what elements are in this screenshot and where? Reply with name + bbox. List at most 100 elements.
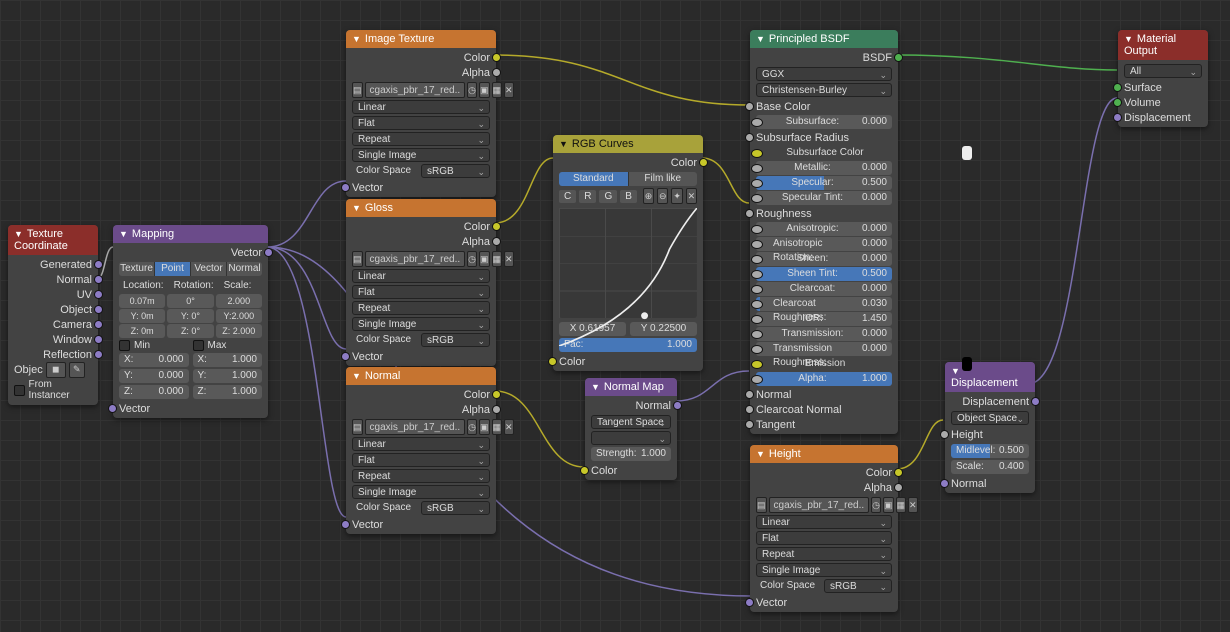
input-transmission-[interactable]: Transmission:0.000	[750, 327, 898, 341]
output-window[interactable]: Window	[8, 332, 98, 347]
output-uv[interactable]: UV	[8, 287, 98, 302]
input-subsurface-color[interactable]: Subsurface Color	[750, 146, 898, 160]
output-displacement[interactable]: Displacement	[945, 394, 1035, 409]
new-icon[interactable]: ▦	[492, 419, 503, 435]
filename-field[interactable]: cgaxis_pbr_17_red..	[365, 419, 466, 435]
users-icon[interactable]: ◷	[467, 251, 477, 267]
image-browser[interactable]: ▤ cgaxis_pbr_17_red.. ◷ ▣ ▦ ✕	[352, 82, 490, 98]
input-vector[interactable]: Vector	[113, 401, 268, 416]
users-icon[interactable]: ◷	[467, 419, 477, 435]
input-normal[interactable]: Normal	[945, 476, 1035, 491]
new-icon[interactable]: ▦	[896, 497, 907, 513]
input-clearcoat-roughness-[interactable]: Clearcoat Roughness:0.030	[750, 297, 898, 311]
minmax-y[interactable]: Y:0.000Y:1.000	[119, 369, 262, 383]
space-dropdown[interactable]: Object Space⌄	[951, 411, 1029, 425]
uvmap-dropdown[interactable]: ⌄	[591, 431, 671, 445]
node-header[interactable]: ▼Normal	[346, 367, 496, 385]
node-header[interactable]: ▼Texture Coordinate	[8, 225, 98, 255]
source-dropdown[interactable]: Single Image⌄	[352, 485, 490, 499]
image-icon[interactable]: ▤	[756, 497, 767, 513]
mapping-type-tabs[interactable]: Texture Point Vector Normal	[119, 262, 262, 276]
input-height[interactable]: Height	[945, 427, 1035, 442]
node-header[interactable]: ▼Gloss	[346, 199, 496, 217]
input-clearcoat-[interactable]: Clearcoat:0.000	[750, 282, 898, 296]
extension-dropdown[interactable]: Repeat⌄	[352, 301, 490, 315]
input-base-color[interactable]: Base Color	[750, 99, 898, 114]
delete-icon[interactable]: ✕	[686, 188, 697, 204]
input-tangent[interactable]: Tangent	[750, 417, 898, 432]
minmax-x[interactable]: X:0.000X:1.000	[119, 353, 262, 367]
open-icon[interactable]: ▣	[479, 251, 490, 267]
output-reflection[interactable]: Reflection	[8, 347, 98, 362]
extension-dropdown[interactable]: Repeat⌄	[756, 547, 892, 561]
output-color[interactable]: Color	[346, 219, 496, 234]
users-icon[interactable]: ◷	[467, 82, 477, 98]
output-alpha[interactable]: Alpha	[346, 402, 496, 417]
loc-rot-scale-z[interactable]: Z: 0mZ: 0°Z: 2.000	[119, 324, 262, 338]
from-instancer-checkbox[interactable]: From Instancer	[14, 379, 92, 401]
unlink-icon[interactable]: ✕	[504, 251, 514, 267]
node-mapping[interactable]: ▼Mapping Vector Texture Point Vector Nor…	[113, 225, 268, 418]
input-vector[interactable]: Vector	[346, 517, 496, 532]
node-gloss[interactable]: ▼Gloss Color Alpha ▤ cgaxis_pbr_17_red..…	[346, 199, 496, 366]
node-header[interactable]: ▼Mapping	[113, 225, 268, 243]
node-texture-coordinate[interactable]: ▼Texture Coordinate Generated Normal UV …	[8, 225, 98, 405]
zoom-out-icon[interactable]: ⊖	[657, 188, 668, 204]
input-roughness[interactable]: Roughness	[750, 206, 898, 221]
output-color[interactable]: Color	[553, 155, 703, 170]
source-dropdown[interactable]: Single Image⌄	[756, 563, 892, 577]
object-picker[interactable]: Objec ◼ ✎	[8, 362, 98, 377]
loc-rot-scale-y[interactable]: Y: 0mY: 0°Y:2.000	[119, 309, 262, 323]
scale-slider[interactable]: Scale:0.400	[951, 460, 1029, 474]
input-sheen-tint-[interactable]: Sheen Tint:0.500	[750, 267, 898, 281]
node-header[interactable]: ▼Displacement	[945, 362, 1035, 392]
input-clearcoat-normal[interactable]: Clearcoat Normal	[750, 402, 898, 417]
projection-dropdown[interactable]: Flat⌄	[756, 531, 892, 545]
new-icon[interactable]: ▦	[492, 251, 503, 267]
space-dropdown[interactable]: Tangent Space⌄	[591, 415, 671, 429]
open-icon[interactable]: ▣	[883, 497, 894, 513]
input-subsurface-[interactable]: Subsurface:0.000	[750, 115, 898, 129]
min-checkbox[interactable]: Min	[119, 340, 189, 351]
input-metallic-[interactable]: Metallic:0.000	[750, 161, 898, 175]
source-dropdown[interactable]: Single Image⌄	[352, 148, 490, 162]
node-header[interactable]: ▼Normal Map	[585, 378, 677, 396]
input-specular-tint-[interactable]: Specular Tint:0.000	[750, 191, 898, 205]
node-material-output[interactable]: ▼Material Output All⌄ Surface Volume Dis…	[1118, 30, 1208, 127]
curve-editor[interactable]	[559, 208, 697, 318]
output-color[interactable]: Color	[750, 465, 898, 480]
unlink-icon[interactable]: ✕	[504, 82, 514, 98]
extension-dropdown[interactable]: Repeat⌄	[352, 469, 490, 483]
image-icon[interactable]: ▤	[352, 82, 363, 98]
colorspace-row[interactable]: Color SpacesRGB⌄	[756, 579, 892, 593]
loc-rot-scale-x[interactable]: 0.07m0°2.000	[119, 294, 262, 308]
max-checkbox[interactable]: Max	[193, 340, 263, 351]
source-dropdown[interactable]: Single Image⌄	[352, 317, 490, 331]
users-icon[interactable]: ◷	[871, 497, 881, 513]
projection-dropdown[interactable]: Flat⌄	[352, 453, 490, 467]
distribution-dropdown[interactable]: GGX⌄	[756, 67, 892, 81]
tools-icon[interactable]: ✦	[671, 188, 682, 204]
unlink-icon[interactable]: ✕	[504, 419, 514, 435]
output-generated[interactable]: Generated	[8, 257, 98, 272]
input-color[interactable]: Color	[585, 463, 677, 478]
output-alpha[interactable]: Alpha	[750, 480, 898, 495]
input-normal[interactable]: Normal	[750, 387, 898, 402]
output-normal[interactable]: Normal	[8, 272, 98, 287]
eyedropper-icon[interactable]: ✎	[69, 362, 85, 378]
filename-field[interactable]: cgaxis_pbr_17_red..	[769, 497, 870, 513]
input-alpha-[interactable]: Alpha:1.000	[750, 372, 898, 386]
node-displacement[interactable]: ▼Displacement Displacement Object Space⌄…	[945, 362, 1035, 493]
new-icon[interactable]: ▦	[492, 82, 503, 98]
output-normal[interactable]: Normal	[585, 398, 677, 413]
input-anisotropic-rotation-[interactable]: Anisotropic Rotation:0.000	[750, 237, 898, 251]
node-header[interactable]: ▼Material Output	[1118, 30, 1208, 60]
minmax-z[interactable]: Z:0.000Z:1.000	[119, 385, 262, 399]
output-color[interactable]: Color	[346, 50, 496, 65]
sss-method-dropdown[interactable]: Christensen-Burley⌄	[756, 83, 892, 97]
output-vector[interactable]: Vector	[113, 245, 268, 260]
node-image-texture[interactable]: ▼Image Texture Color Alpha ▤ cgaxis_pbr_…	[346, 30, 496, 197]
node-header[interactable]: ▼RGB Curves	[553, 135, 703, 153]
input-vector[interactable]: Vector	[346, 349, 496, 364]
input-subsurface-radius[interactable]: Subsurface Radius	[750, 130, 898, 145]
